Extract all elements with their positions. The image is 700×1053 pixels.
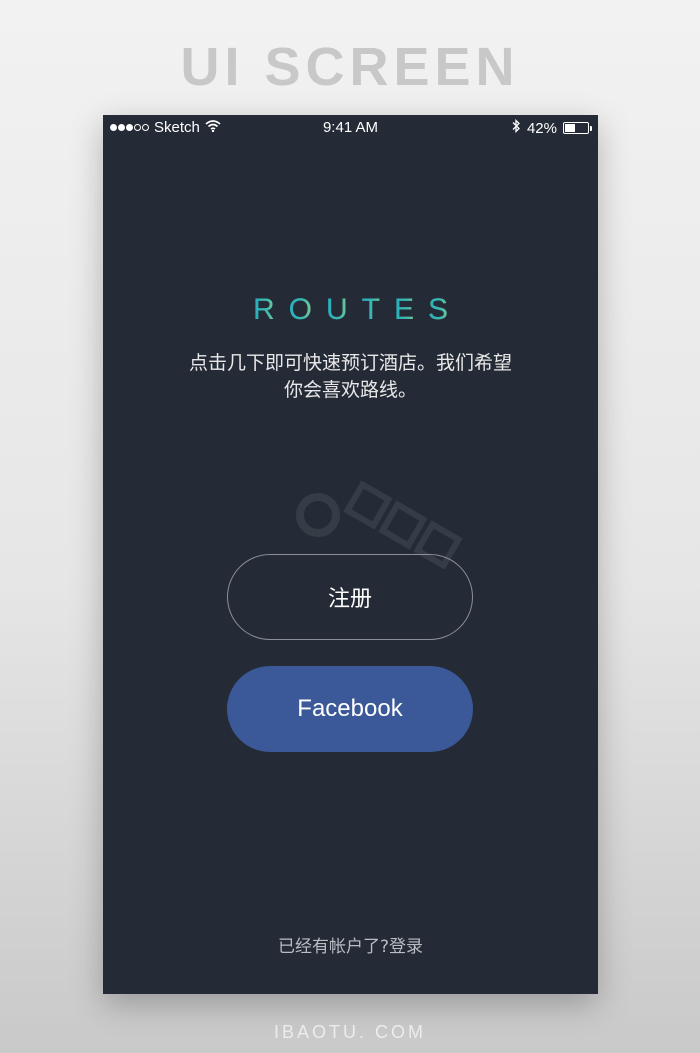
battery-percent: 42% bbox=[526, 119, 557, 137]
logo-letter: E bbox=[393, 293, 428, 326]
logo-letter: O bbox=[288, 293, 326, 326]
facebook-login-button[interactable]: Facebook bbox=[227, 666, 473, 752]
register-button[interactable]: 注册 bbox=[227, 554, 473, 640]
logo-letter: U bbox=[325, 293, 362, 326]
status-bar: Sketch 9:41 AM 42% bbox=[103, 115, 598, 141]
battery-fill bbox=[565, 124, 576, 132]
tagline-line-1: 点击几下即可快速预订酒店。我们希望 bbox=[188, 352, 512, 374]
page-header-title: UI SCREEN bbox=[180, 37, 520, 97]
page-footer-watermark: IBAOTU. COM bbox=[273, 1022, 426, 1042]
bluetooth-icon bbox=[511, 118, 521, 137]
phone-screen: Sketch 9:41 AM 42% R O U T E S 点击几下即可快速预… bbox=[103, 115, 598, 994]
logo-letter: R bbox=[252, 293, 289, 326]
login-link[interactable]: 已经有帐户了?登录 bbox=[103, 932, 598, 957]
app-logo: R O U T E S bbox=[103, 293, 598, 327]
battery-icon bbox=[563, 122, 592, 134]
tagline-line-2: 你会喜欢路线。 bbox=[283, 379, 417, 401]
logo-letter: S bbox=[428, 293, 463, 326]
battery-nub bbox=[590, 126, 592, 131]
logo-letter: T bbox=[361, 293, 394, 326]
tagline: 点击几下即可快速预订酒店。我们希望 你会喜欢路线。 bbox=[163, 350, 538, 404]
status-right: 42% bbox=[511, 118, 592, 137]
